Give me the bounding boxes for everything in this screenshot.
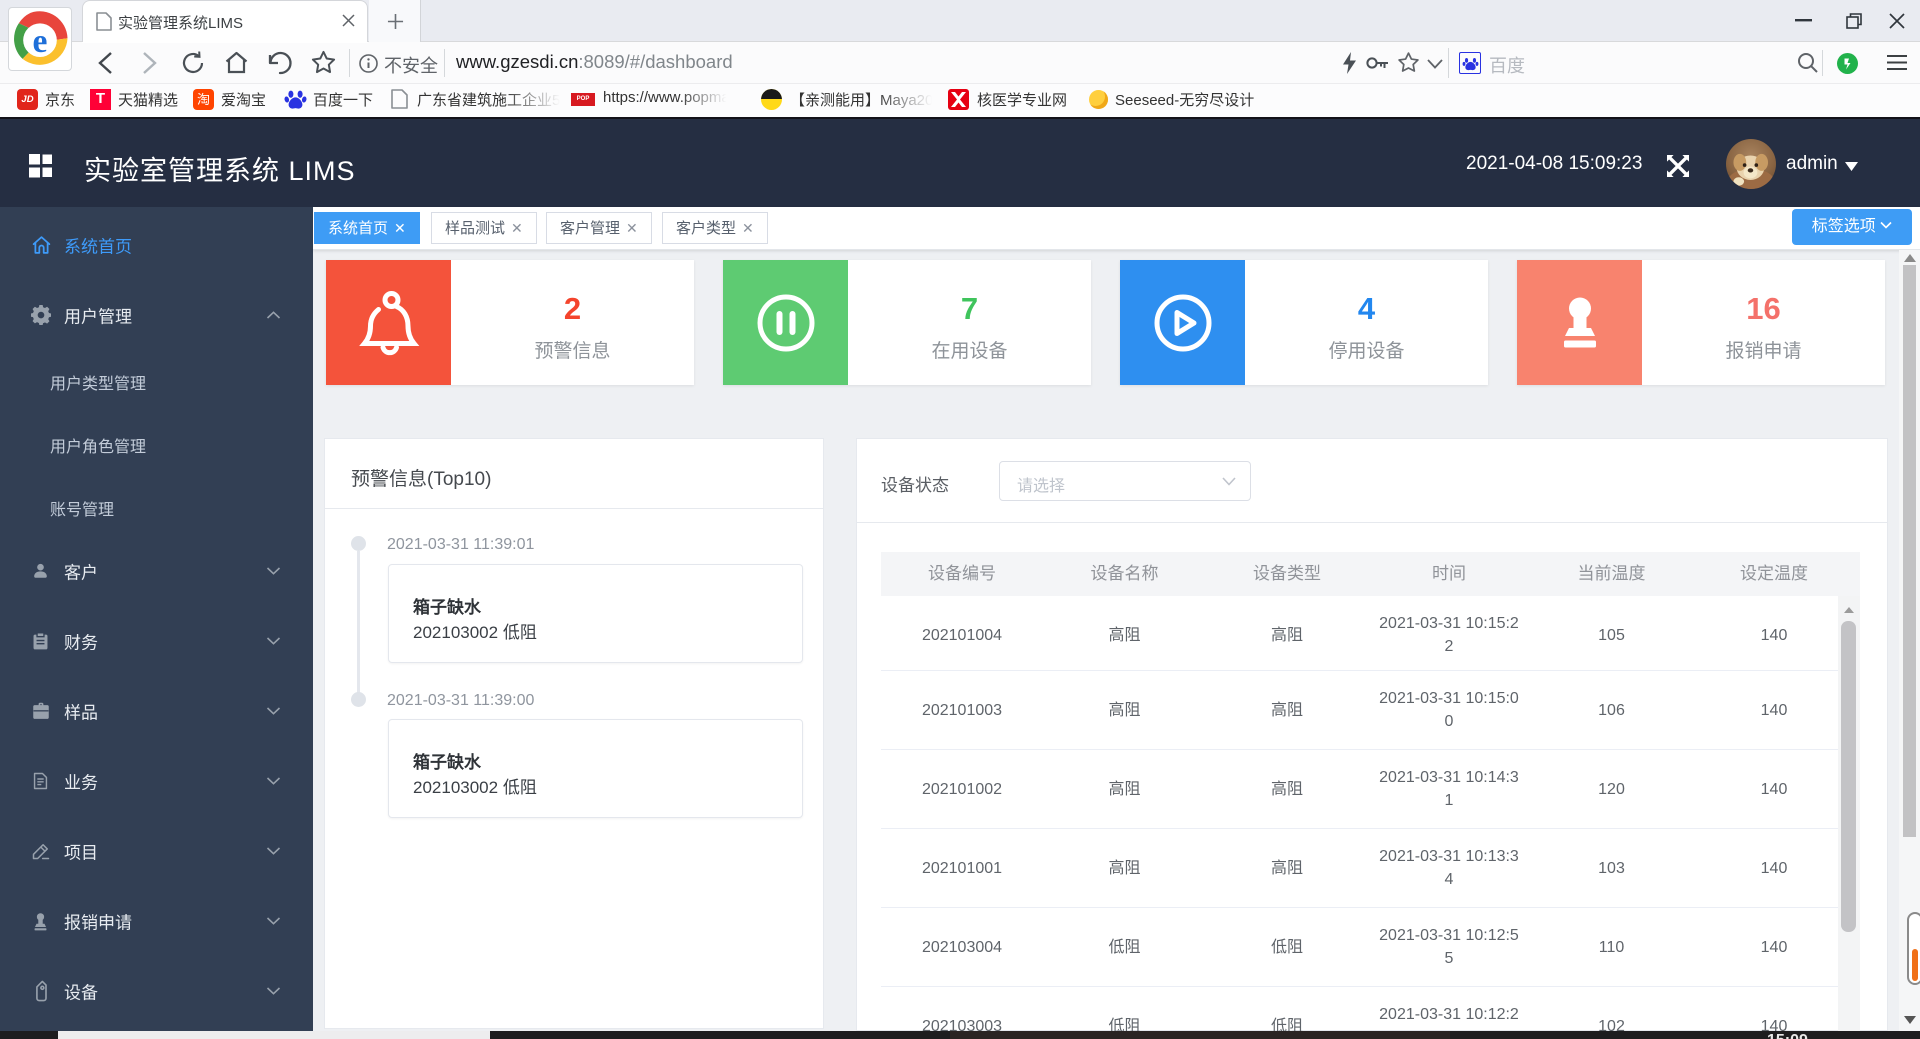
svg-text:e: e <box>33 23 48 60</box>
